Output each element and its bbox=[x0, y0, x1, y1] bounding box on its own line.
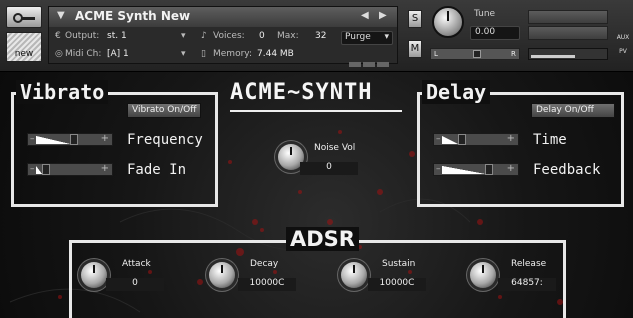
frequency-label: Frequency bbox=[127, 132, 203, 148]
voices-value: 0 bbox=[259, 31, 265, 41]
attack-knob[interactable] bbox=[81, 262, 107, 288]
aux-button[interactable]: AUX bbox=[614, 34, 632, 41]
fade-in-slider[interactable]: – + bbox=[27, 163, 113, 176]
noise-vol-value[interactable]: 0 bbox=[300, 162, 358, 175]
instrument-panel: ▼ ACME Synth New ◀ ▶ € Output: st. 1 ▾ ♪… bbox=[48, 6, 398, 67]
purge-dropdown-icon: ▾ bbox=[384, 32, 389, 42]
midi-dropdown-icon[interactable]: ▾ bbox=[181, 49, 186, 59]
voices-icon: ♪ bbox=[201, 31, 207, 41]
pan-left-label: L bbox=[434, 50, 438, 58]
new-label: new bbox=[14, 49, 34, 59]
vibrato-title: Vibrato bbox=[16, 80, 109, 104]
instrument-name[interactable]: ACME Synth New bbox=[75, 9, 190, 23]
output-dropdown-icon[interactable]: ▾ bbox=[181, 31, 186, 41]
sustain-value[interactable]: 10000C bbox=[368, 278, 426, 291]
memory-icon: ▯ bbox=[201, 49, 206, 59]
level-meter-left bbox=[528, 10, 608, 24]
voices-label: Voices: bbox=[213, 31, 245, 41]
output-label: Output: bbox=[65, 31, 100, 41]
midi-channel-label: Midi Ch: bbox=[65, 49, 102, 59]
noise-vol-label: Noise Vol bbox=[314, 143, 356, 153]
instrument-title-row: ▼ ACME Synth New ◀ ▶ bbox=[49, 7, 397, 27]
memory-label: Memory: bbox=[213, 49, 252, 59]
slider-handle[interactable] bbox=[70, 134, 78, 145]
release-knob[interactable] bbox=[470, 262, 496, 288]
midi-channel-value[interactable]: [A] 1 bbox=[107, 49, 129, 59]
time-label: Time bbox=[533, 132, 567, 148]
pan-handle[interactable] bbox=[473, 50, 481, 58]
slider-handle[interactable] bbox=[485, 164, 493, 175]
wrench-icon[interactable] bbox=[6, 6, 42, 28]
instrument-header: new ▼ ACME Synth New ◀ ▶ € Output: st. 1… bbox=[0, 0, 633, 72]
plus-icon: + bbox=[506, 133, 515, 144]
fade-in-label: Fade In bbox=[127, 162, 187, 178]
max-voices-value[interactable]: 32 bbox=[315, 31, 326, 41]
tune-value[interactable]: 0.00 bbox=[470, 26, 520, 40]
pan-slider[interactable]: L R bbox=[430, 48, 520, 60]
memory-value: 7.44 MB bbox=[257, 49, 294, 59]
frequency-slider[interactable]: – + bbox=[27, 133, 113, 146]
minus-icon: – bbox=[30, 164, 35, 174]
acme-synth-logo: ACME~SYNTH bbox=[230, 80, 373, 105]
mute-button[interactable]: M bbox=[408, 40, 422, 58]
max-label: Max: bbox=[277, 31, 299, 41]
attack-label: Attack bbox=[122, 259, 151, 269]
decay-knob[interactable] bbox=[209, 262, 235, 288]
purge-meters bbox=[349, 52, 391, 71]
level-meter-right bbox=[528, 26, 608, 40]
time-slider[interactable]: – + bbox=[433, 133, 519, 146]
tune-knob[interactable] bbox=[432, 6, 464, 38]
purge-dropdown[interactable]: Purge ▾ bbox=[341, 31, 393, 45]
midi-icon: ◎ bbox=[55, 49, 63, 59]
plus-icon: + bbox=[100, 163, 109, 174]
feedback-label: Feedback bbox=[533, 162, 601, 178]
sustain-knob[interactable] bbox=[341, 262, 367, 288]
tune-label: Tune bbox=[474, 9, 496, 19]
slider-handle[interactable] bbox=[42, 164, 50, 175]
pv-button[interactable]: PV bbox=[614, 48, 632, 55]
minus-icon: – bbox=[436, 134, 441, 144]
release-label: Release bbox=[511, 259, 547, 269]
purge-label: Purge bbox=[345, 32, 371, 42]
slider-fill bbox=[442, 166, 485, 174]
minus-icon: – bbox=[436, 164, 441, 174]
volume-slider[interactable] bbox=[528, 48, 608, 60]
decay-value[interactable]: 10000C bbox=[238, 278, 296, 291]
output-icon: € bbox=[55, 31, 61, 41]
solo-button[interactable]: S bbox=[408, 10, 422, 28]
slider-fill bbox=[36, 136, 70, 144]
delay-title: Delay bbox=[422, 80, 491, 104]
new-instrument-button[interactable]: new bbox=[6, 32, 42, 62]
plus-icon: + bbox=[100, 133, 109, 144]
midi-row: ◎ Midi Ch: [A] 1 ▾ ▯ Memory: 7.44 MB bbox=[49, 47, 397, 64]
plus-icon: + bbox=[506, 163, 515, 174]
release-value[interactable]: 64857: bbox=[498, 278, 556, 291]
decay-label: Decay bbox=[250, 259, 279, 269]
output-value[interactable]: st. 1 bbox=[107, 31, 127, 41]
delay-toggle-button[interactable]: Delay On/Off bbox=[531, 103, 615, 118]
logo-underline bbox=[230, 110, 402, 112]
pan-right-label: R bbox=[511, 50, 516, 58]
vibrato-toggle-button[interactable]: Vibrato On/Off bbox=[127, 103, 202, 118]
sustain-label: Sustain bbox=[382, 259, 416, 269]
attack-value[interactable]: 0 bbox=[106, 278, 164, 291]
next-instrument-icon[interactable]: ▶ bbox=[379, 10, 387, 21]
previous-instrument-icon[interactable]: ◀ bbox=[361, 10, 369, 21]
collapse-arrow-icon[interactable]: ▼ bbox=[57, 10, 65, 21]
instrument-main-panel: Vibrato Vibrato On/Off – + Frequency – +… bbox=[0, 72, 633, 318]
adsr-title: ADSR bbox=[286, 227, 359, 251]
minus-icon: – bbox=[30, 134, 35, 144]
slider-fill bbox=[442, 136, 458, 144]
slider-handle[interactable] bbox=[458, 134, 466, 145]
feedback-slider[interactable]: – + bbox=[433, 163, 519, 176]
